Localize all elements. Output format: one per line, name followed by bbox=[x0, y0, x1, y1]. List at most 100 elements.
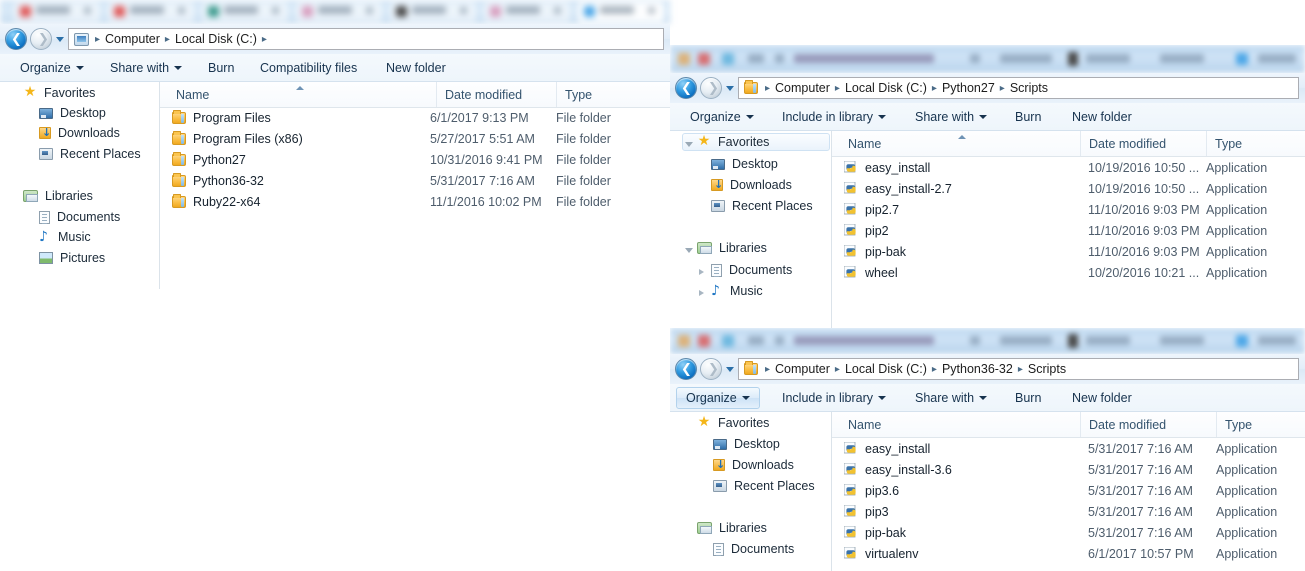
file-name-cell[interactable]: virtualenv bbox=[843, 546, 919, 561]
tab-close-icon[interactable] bbox=[554, 7, 561, 14]
file-list-pane[interactable]: Name Date modified Type easy_install 5/3… bbox=[832, 412, 1305, 571]
burn-button[interactable]: Burn bbox=[1005, 384, 1051, 411]
browser-tabstrip[interactable] bbox=[0, 0, 670, 24]
table-row[interactable]: virtualenv 6/1/2017 10:57 PM Application bbox=[832, 544, 1305, 565]
sidebar-item-documents[interactable]: Documents bbox=[34, 208, 125, 226]
sidebar-item-desktop[interactable]: Desktop bbox=[708, 435, 785, 453]
breadcrumb-local-disk[interactable]: Local Disk (C:) bbox=[172, 32, 260, 46]
file-list-pane[interactable]: Name Date modified Type Program Files 6/… bbox=[160, 82, 670, 289]
tab-close-icon[interactable] bbox=[272, 7, 279, 14]
window-title-bar[interactable] bbox=[670, 328, 1305, 354]
collapse-twisty-icon[interactable] bbox=[699, 290, 704, 296]
command-toolbar[interactable]: Organize Include in library Share with B… bbox=[670, 103, 1305, 131]
sidebar-item-music[interactable]: ♪ Music bbox=[34, 228, 96, 246]
sidebar-item-downloads[interactable]: Downloads bbox=[34, 124, 125, 142]
sidebar-item-favorites[interactable]: ★ Favorites bbox=[682, 133, 830, 151]
command-toolbar[interactable]: Organize Include in library Share with B… bbox=[670, 384, 1305, 412]
forward-button[interactable]: ❯ bbox=[30, 28, 52, 50]
sidebar-item-favorites[interactable]: ★ Favorites bbox=[692, 414, 774, 432]
breadcrumb-local-disk[interactable]: Local Disk (C:) bbox=[842, 81, 930, 95]
table-row[interactable]: easy_install-3.6 5/31/2017 7:16 AM Appli… bbox=[832, 460, 1305, 481]
breadcrumb-python27[interactable]: Python27 bbox=[939, 81, 998, 95]
share-with-button[interactable]: Share with bbox=[905, 103, 997, 130]
navigation-pane[interactable]: ★ Favorites Desktop Downloads Recent Pla… bbox=[670, 131, 832, 328]
navigation-pane[interactable]: ★ Favorites Desktop Downloads Recent Pla… bbox=[0, 82, 160, 289]
table-row[interactable]: pip2 11/10/2016 9:03 PM Application bbox=[832, 221, 1305, 242]
organize-button[interactable]: Organize bbox=[680, 103, 764, 130]
table-row[interactable]: easy_install 5/31/2017 7:16 AM Applicati… bbox=[832, 439, 1305, 460]
burn-button[interactable]: Burn bbox=[198, 54, 244, 81]
navigation-pane[interactable]: ★ Favorites Desktop Downloads Recent Pla… bbox=[670, 412, 832, 571]
file-name-cell[interactable]: Ruby22-x64 bbox=[172, 194, 260, 209]
sidebar-item-recent-places[interactable]: Recent Places bbox=[34, 145, 146, 163]
file-name-cell[interactable]: pip3.6 bbox=[843, 483, 899, 498]
column-header-date-modified[interactable]: Date modified bbox=[1080, 131, 1206, 156]
new-folder-button[interactable]: New folder bbox=[376, 54, 456, 81]
column-header-name[interactable]: Name bbox=[840, 412, 1080, 437]
sidebar-item-favorites[interactable]: ★ Favorites bbox=[18, 84, 100, 102]
explorer-window-python27-scripts[interactable]: ❮ ❯ ▸ Computer ▸ Local Disk (C:) ▸ Pytho… bbox=[670, 45, 1305, 328]
file-name-cell[interactable]: pip2 bbox=[843, 223, 889, 238]
tab-close-icon[interactable] bbox=[366, 7, 373, 14]
sidebar-item-desktop[interactable]: Desktop bbox=[706, 155, 783, 173]
file-name-cell[interactable]: pip3 bbox=[843, 504, 889, 519]
file-list-pane[interactable]: Name Date modified Type easy_install 10/… bbox=[832, 131, 1305, 328]
table-row[interactable]: Python36-32 5/31/2017 7:16 AM File folde… bbox=[160, 171, 670, 192]
address-bar[interactable]: ❮ ❯ ▸ Computer ▸ Local Disk (C:) ▸ Pytho… bbox=[670, 354, 1305, 384]
command-toolbar[interactable]: Organize Share with Burn Compatibility f… bbox=[0, 54, 670, 82]
recent-pages-dropdown-icon[interactable] bbox=[726, 367, 734, 372]
sidebar-item-libraries[interactable]: Libraries bbox=[18, 187, 98, 205]
organize-button[interactable]: Organize bbox=[10, 54, 94, 81]
breadcrumb-bar[interactable]: ▸ Computer ▸ Local Disk (C:) ▸ Python27 … bbox=[738, 77, 1299, 99]
table-row[interactable]: pip2.7 11/10/2016 9:03 PM Application bbox=[832, 200, 1305, 221]
include-in-library-button[interactable]: Include in library bbox=[772, 384, 896, 411]
new-folder-button[interactable]: New folder bbox=[1062, 384, 1142, 411]
compatibility-files-button[interactable]: Compatibility files bbox=[250, 54, 367, 81]
tab-close-icon[interactable] bbox=[84, 7, 91, 14]
sidebar-item-recent-places[interactable]: Recent Places bbox=[708, 477, 820, 495]
breadcrumb-bar[interactable]: ▸ Computer ▸ Local Disk (C:) ▸ bbox=[68, 28, 664, 50]
file-name-cell[interactable]: pip-bak bbox=[843, 525, 906, 540]
file-name-cell[interactable]: wheel bbox=[843, 265, 898, 280]
column-header-type[interactable]: Type bbox=[556, 82, 666, 107]
table-row[interactable]: easy_install-2.7 10/19/2016 10:50 ... Ap… bbox=[832, 179, 1305, 200]
tab-close-icon[interactable] bbox=[460, 7, 467, 14]
explorer-window-python36-32-scripts[interactable]: ❮ ❯ ▸ Computer ▸ Local Disk (C:) ▸ Pytho… bbox=[670, 328, 1305, 571]
forward-button[interactable]: ❯ bbox=[700, 77, 722, 99]
back-button[interactable]: ❮ bbox=[675, 358, 697, 380]
file-name-cell[interactable]: Program Files (x86) bbox=[172, 131, 303, 146]
breadcrumb-computer[interactable]: Computer bbox=[102, 32, 163, 46]
sidebar-item-pictures[interactable]: Pictures bbox=[34, 249, 110, 267]
table-row[interactable]: wheel 10/20/2016 10:21 ... Application bbox=[832, 263, 1305, 284]
file-name-cell[interactable]: easy_install bbox=[843, 441, 930, 456]
file-name-cell[interactable]: easy_install bbox=[843, 160, 930, 175]
column-header-name[interactable]: Name bbox=[840, 131, 1080, 156]
sidebar-item-desktop[interactable]: Desktop bbox=[34, 104, 111, 122]
breadcrumb-scripts[interactable]: Scripts bbox=[1025, 362, 1069, 376]
column-header-row[interactable]: Name Date modified Type bbox=[832, 412, 1305, 438]
file-name-cell[interactable]: Python36-32 bbox=[172, 173, 264, 188]
sidebar-item-documents[interactable]: Documents bbox=[708, 540, 799, 558]
window-title-bar[interactable] bbox=[670, 45, 1305, 73]
sidebar-item-recent-places[interactable]: Recent Places bbox=[706, 197, 818, 215]
breadcrumb-python36-32[interactable]: Python36-32 bbox=[939, 362, 1016, 376]
breadcrumb-computer[interactable]: Computer bbox=[772, 362, 833, 376]
burn-button[interactable]: Burn bbox=[1005, 103, 1051, 130]
back-button[interactable]: ❮ bbox=[675, 77, 697, 99]
column-header-row[interactable]: Name Date modified Type bbox=[160, 82, 670, 108]
sidebar-item-libraries[interactable]: Libraries bbox=[692, 519, 772, 537]
expand-twisty-icon[interactable] bbox=[685, 248, 693, 253]
include-in-library-button[interactable]: Include in library bbox=[772, 103, 896, 130]
share-with-button[interactable]: Share with bbox=[100, 54, 192, 81]
file-name-cell[interactable]: easy_install-2.7 bbox=[843, 181, 952, 196]
column-header-type[interactable]: Type bbox=[1206, 131, 1305, 156]
sidebar-item-downloads[interactable]: Downloads bbox=[706, 176, 797, 194]
breadcrumb-scripts[interactable]: Scripts bbox=[1007, 81, 1051, 95]
sidebar-item-libraries[interactable]: Libraries bbox=[682, 239, 772, 257]
file-name-cell[interactable]: pip2.7 bbox=[843, 202, 899, 217]
back-button[interactable]: ❮ bbox=[5, 28, 27, 50]
table-row[interactable]: Ruby22-x64 11/1/2016 10:02 PM File folde… bbox=[160, 192, 670, 213]
address-bar[interactable]: ❮ ❯ ▸ Computer ▸ Local Disk (C:) ▸ bbox=[0, 24, 670, 54]
table-row[interactable]: Program Files (x86) 5/27/2017 5:51 AM Fi… bbox=[160, 129, 670, 150]
column-header-date-modified[interactable]: Date modified bbox=[1080, 412, 1206, 437]
